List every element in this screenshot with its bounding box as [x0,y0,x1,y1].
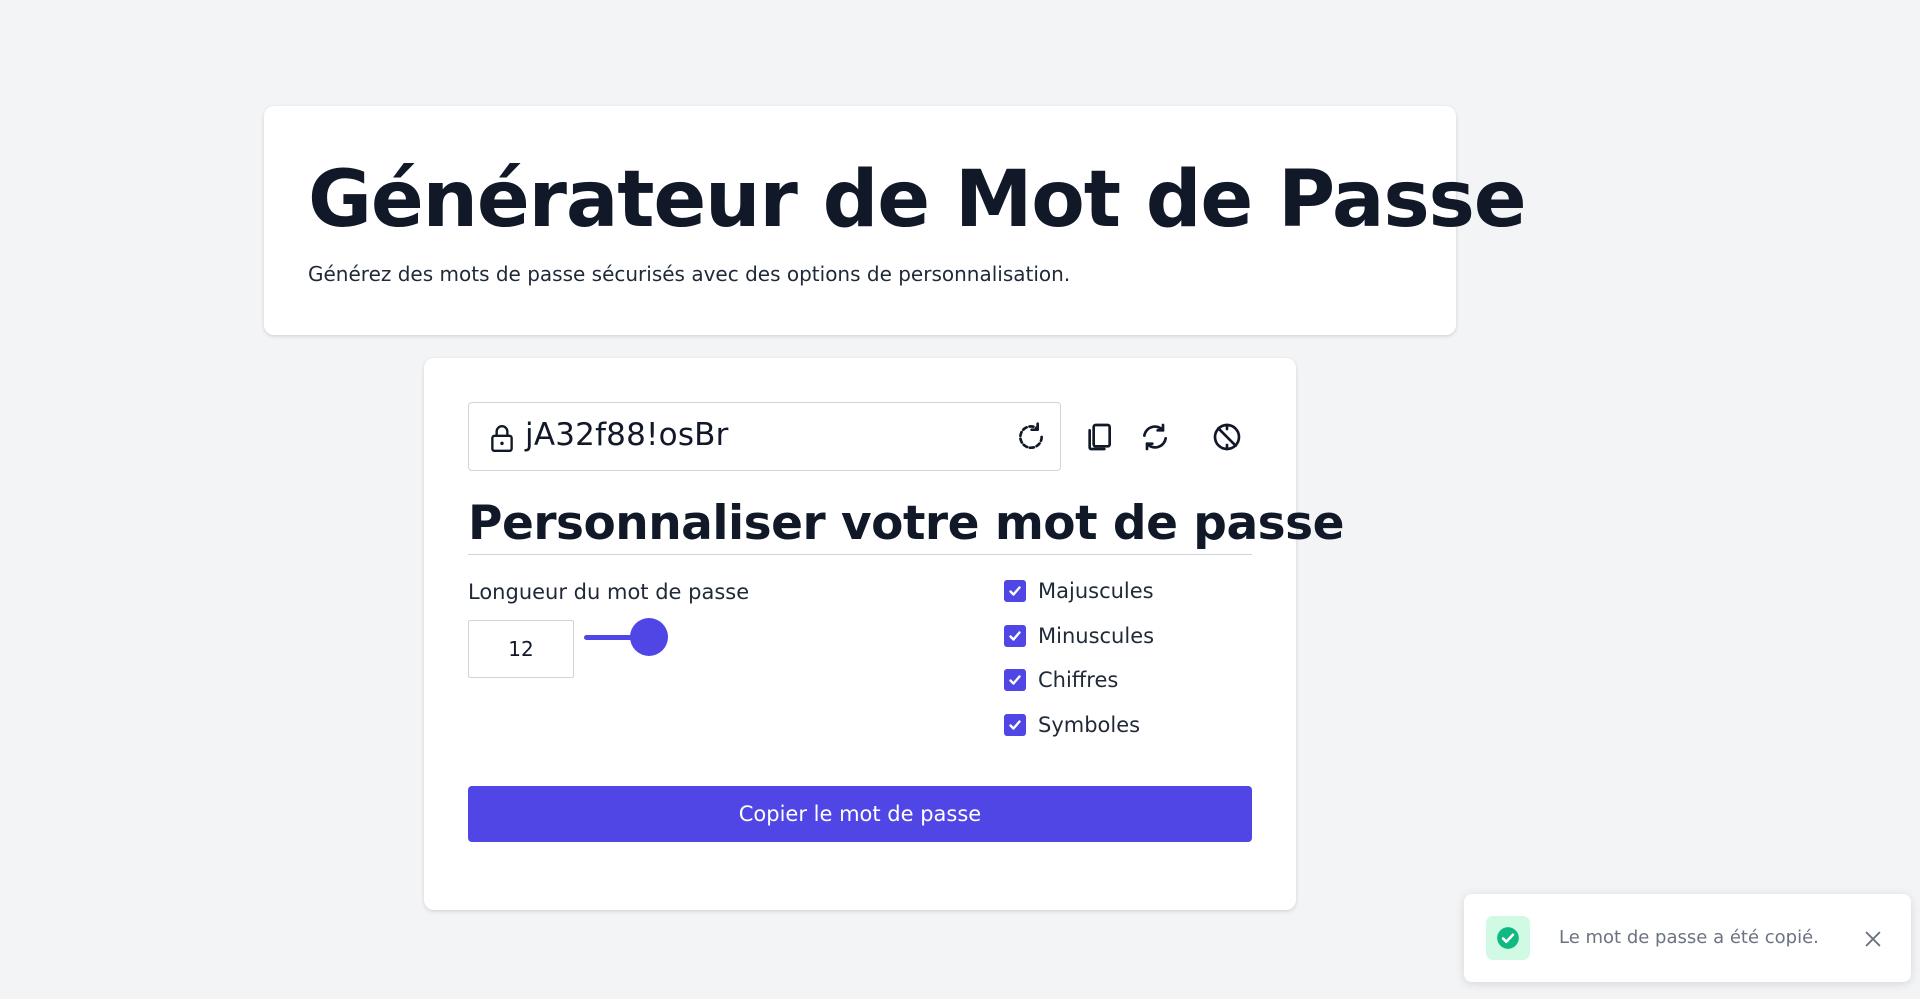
option-uppercase[interactable]: Majuscules [1004,579,1154,603]
lock-icon [491,425,513,453]
generator-card: jA32f88!osBr Personnaliser votre mot de … [424,358,1345,910]
symbols-checkbox[interactable] [1004,714,1026,736]
sync-icon [1143,423,1167,451]
refresh-icon[interactable] [1015,421,1047,453]
hide-icon [1213,423,1241,451]
uppercase-label: Majuscules [1038,579,1154,603]
check-icon [1009,631,1021,641]
customize-title: Personnaliser votre mot de passe [468,496,1345,556]
regenerate-button[interactable] [1136,418,1174,456]
numbers-label: Chiffres [1038,668,1119,692]
copy-password-button[interactable] [1080,418,1118,456]
password-display[interactable]: jA32f88!osBr [468,402,1061,471]
symbols-label: Symboles [1038,713,1141,737]
check-icon [1009,675,1021,685]
toast-notification: Le mot de passe a été copié. [1464,894,1911,982]
lowercase-label: Minuscules [1038,624,1155,648]
toast-message: Le mot de passe a été copié. [1559,927,1819,948]
check-icon [1009,720,1021,730]
close-icon[interactable] [1862,928,1884,950]
copy-icon [1088,423,1111,451]
length-slider-thumb[interactable] [630,618,668,656]
option-numbers[interactable]: Chiffres [1004,668,1118,692]
lowercase-checkbox[interactable] [1004,625,1026,647]
page-subtitle: Générez des mots de passe sécurisés avec… [308,262,1071,286]
copy-password-main-button[interactable]: Copier le mot de passe [468,786,1252,842]
check-circle-icon [1497,927,1519,949]
header-card: Générateur de Mot de Passe Générez des m… [264,106,1527,335]
length-input[interactable] [468,620,574,678]
page-title: Générateur de Mot de Passe [308,155,1527,245]
uppercase-checkbox[interactable] [1004,580,1026,602]
numbers-checkbox[interactable] [1004,669,1026,691]
option-symbols[interactable]: Symboles [1004,713,1140,737]
password-value[interactable]: jA32f88!osBr [525,417,729,453]
check-icon [1009,586,1021,596]
toggle-visibility-button[interactable] [1208,418,1246,456]
toast-icon-container [1486,916,1530,960]
option-lowercase[interactable]: Minuscules [1004,624,1154,648]
length-label: Longueur du mot de passe [468,580,750,604]
